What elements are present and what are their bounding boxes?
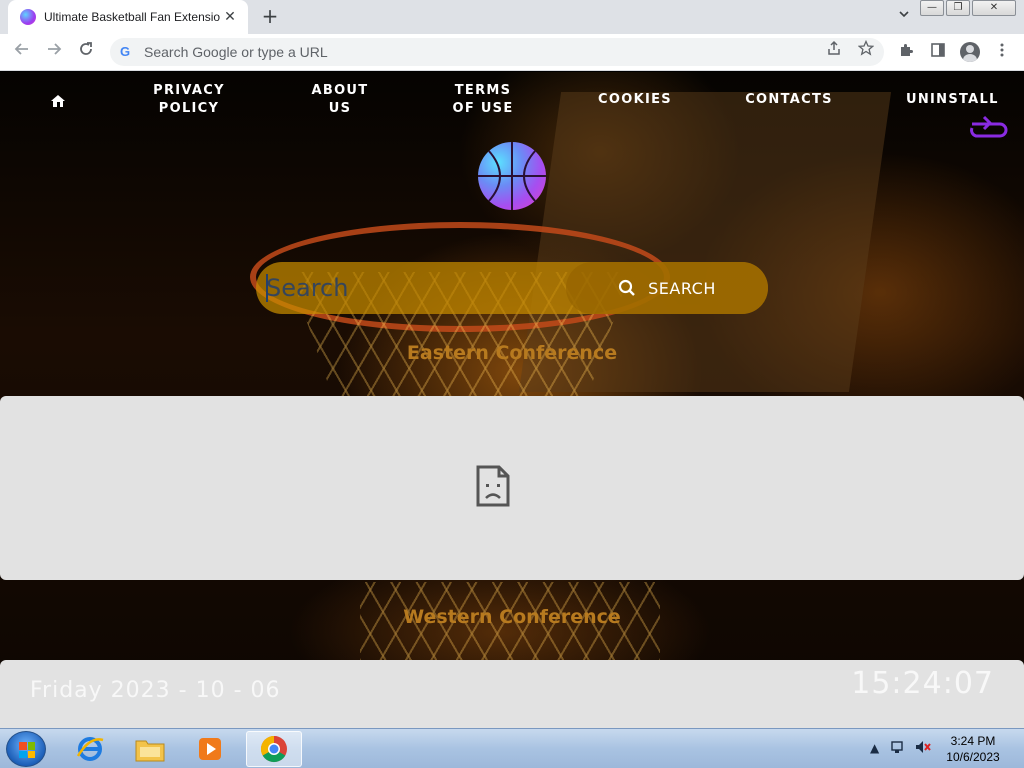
top-navigation: PRIVACY POLICY ABOUT US TERMS OF USE COO… <box>0 72 1024 132</box>
chrome-taskbar-icon[interactable] <box>246 731 302 767</box>
windows-taskbar: ▲ 3:24 PM 10/6/2023 <box>0 728 1024 768</box>
tab-search-chevron-icon[interactable] <box>896 8 912 24</box>
volume-muted-icon[interactable] <box>914 739 932 758</box>
basketball-logo-icon <box>478 142 546 210</box>
show-hidden-icons-icon[interactable]: ▲ <box>870 741 879 755</box>
basketball-favicon-icon <box>20 9 36 25</box>
reload-icon[interactable] <box>74 40 98 64</box>
close-window-button[interactable]: ✕ <box>972 0 1016 16</box>
system-clock[interactable]: 3:24 PM 10/6/2023 <box>940 733 1006 765</box>
western-conference-title: Western Conference <box>403 606 621 628</box>
forward-arrow-icon[interactable] <box>42 40 66 64</box>
search-bar: SEARCH <box>256 262 768 314</box>
tab-title: Ultimate Basketball Fan Extension <box>44 10 220 24</box>
system-clock-time: 3:24 PM <box>950 734 996 748</box>
google-icon: G <box>120 44 131 59</box>
file-explorer-icon[interactable] <box>122 731 178 767</box>
back-arrow-icon[interactable] <box>10 40 34 64</box>
nav-contacts[interactable]: CONTACTS <box>744 91 834 109</box>
start-button[interactable] <box>6 731 46 767</box>
more-menu-icon[interactable] <box>992 42 1012 62</box>
restore-button[interactable]: ❐ <box>946 0 970 16</box>
bookmark-star-icon[interactable] <box>856 39 876 60</box>
eastern-conference-title: Eastern Conference <box>406 342 618 364</box>
profile-avatar-icon <box>960 42 980 62</box>
search-button[interactable]: SEARCH <box>566 262 768 314</box>
nav-uninstall[interactable]: UNINSTALL <box>906 91 998 109</box>
home-icon[interactable] <box>48 92 68 112</box>
nav-contacts-label: CONTACTS <box>745 92 833 107</box>
current-date: Friday 2023 - 10 - 06 <box>30 678 281 703</box>
broken-page-icon <box>476 465 510 507</box>
extensions-puzzle-icon[interactable] <box>896 42 916 62</box>
eastern-conference-panel <box>0 396 1024 580</box>
omnibox-placeholder: Search Google or type a URL <box>144 44 328 60</box>
browser-tab[interactable]: Ultimate Basketball Fan Extension ✕ <box>8 0 248 34</box>
omnibox[interactable]: G Search Google or type a URL <box>110 38 884 66</box>
browser-toolbar: G Search Google or type a URL <box>0 34 1024 71</box>
nav-cookies-label: COOKIES <box>598 92 672 107</box>
side-panel-icon[interactable] <box>928 42 948 62</box>
minimize-button[interactable]: — <box>920 0 944 16</box>
window-controls: — ❐ ✕ <box>920 0 1016 16</box>
new-tab-page: PRIVACY POLICY ABOUT US TERMS OF USE COO… <box>0 72 1024 728</box>
new-tab-button[interactable]: + <box>258 4 282 28</box>
nav-about-us-label: ABOUT US <box>311 83 369 116</box>
nav-privacy-policy[interactable]: PRIVACY POLICY <box>150 82 228 118</box>
system-clock-date: 10/6/2023 <box>946 750 1000 764</box>
profile-avatar[interactable] <box>960 42 980 62</box>
nav-cookies[interactable]: COOKIES <box>596 91 674 109</box>
nav-privacy-policy-label: PRIVACY POLICY <box>153 83 225 116</box>
nav-uninstall-label: UNINSTALL <box>906 92 999 107</box>
datetime-panel: Friday 2023 - 10 - 06 15:24:07 <box>0 660 1024 728</box>
share-page-icon[interactable] <box>824 40 844 60</box>
tab-strip: Ultimate Basketball Fan Extension ✕ + — … <box>0 0 1024 34</box>
share-loop-icon[interactable] <box>966 114 1010 140</box>
current-time: 15:24:07 <box>851 666 994 701</box>
nav-terms-of-use[interactable]: TERMS OF USE <box>448 82 518 118</box>
search-button-label: SEARCH <box>648 278 716 298</box>
nav-terms-of-use-label: TERMS OF USE <box>452 83 514 116</box>
tab-close-icon[interactable]: ✕ <box>222 9 238 25</box>
search-input[interactable] <box>266 268 566 308</box>
network-icon[interactable] <box>890 739 906 758</box>
windows-logo-icon <box>19 742 35 758</box>
search-icon <box>619 279 635 296</box>
internet-explorer-icon[interactable] <box>62 731 118 767</box>
text-caret <box>266 274 268 302</box>
nav-about-us[interactable]: ABOUT US <box>305 82 375 118</box>
media-player-icon[interactable] <box>182 731 238 767</box>
